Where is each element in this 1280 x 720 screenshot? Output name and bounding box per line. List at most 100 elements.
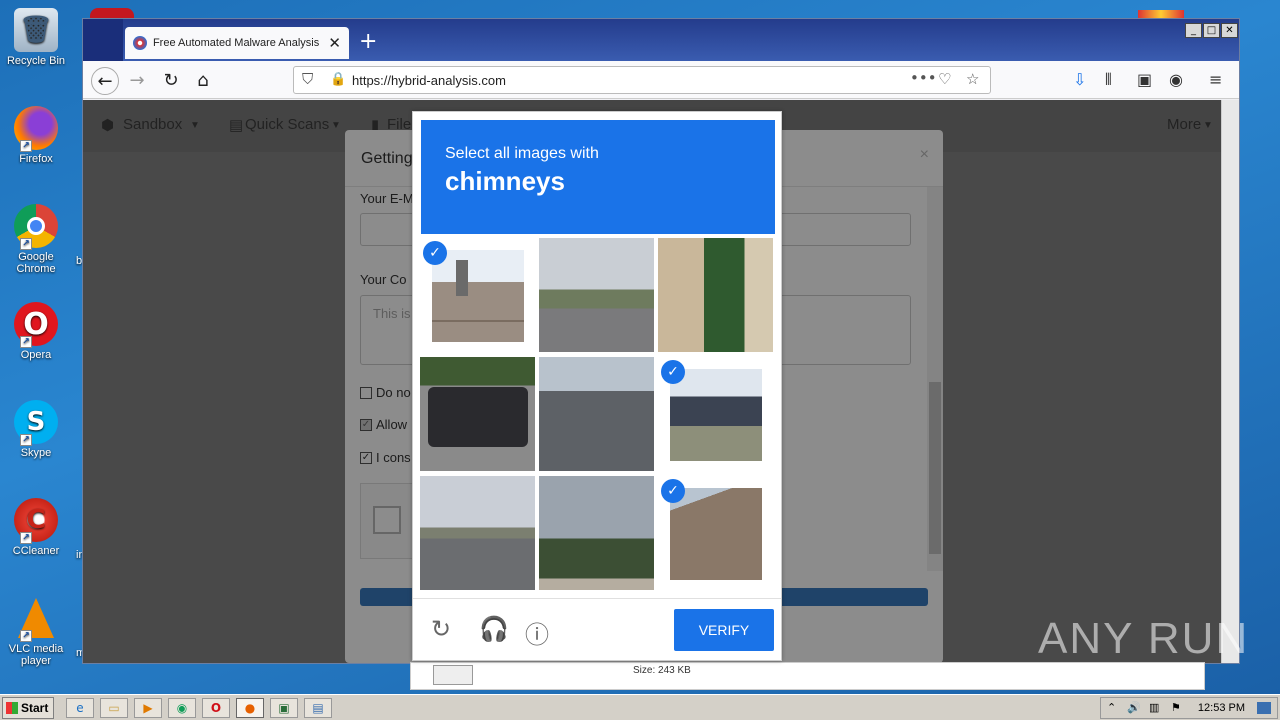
captcha-tile-street[interactable] <box>539 357 654 471</box>
captcha-tile-roof[interactable]: ✓ <box>658 476 773 590</box>
tray-expand-icon[interactable]: ⌃ <box>1107 701 1116 714</box>
captcha-tile-roof-chimney[interactable]: ✓ <box>420 238 535 352</box>
checkmark-icon: ✓ <box>661 479 685 503</box>
desktop-icon-recycle-bin[interactable]: 🗑 Recycle Bin <box>4 8 68 67</box>
audio-challenge-icon[interactable]: 🎧 <box>479 615 509 643</box>
opera-icon: O ↗ <box>14 302 58 348</box>
desktop-icon-label: Google Chrome <box>16 251 56 275</box>
close-window-button[interactable]: ✕ <box>1221 23 1238 38</box>
bookmark-star-icon[interactable]: ☆ <box>966 70 979 88</box>
explorer-taskbar-icon[interactable]: ▭ <box>100 698 128 718</box>
more-actions-icon[interactable]: ••• <box>910 69 937 87</box>
file-size: Size: 243 KB <box>633 665 691 676</box>
ccleaner-icon: C ↗ <box>14 498 58 544</box>
chrome-icon: ↗ <box>14 204 58 250</box>
desktop-icon-chrome[interactable]: ↗ Google Chrome <box>4 204 68 275</box>
recycle-bin-icon: 🗑 <box>14 8 58 52</box>
captcha-tile-trees-sky[interactable] <box>539 476 654 590</box>
tile-image <box>539 476 654 590</box>
library-icon[interactable]: ⫴ <box>1105 70 1112 90</box>
shield-icon[interactable]: ⛉ <box>302 70 313 88</box>
desktop-icon-label: CCleaner <box>12 545 60 557</box>
chrome-taskbar-icon[interactable]: ◉ <box>168 698 196 718</box>
tab-bar-left-area <box>83 19 123 61</box>
vlc-icon: ↗ <box>14 596 58 642</box>
captcha-prompt: Select all images with chimneys <box>421 120 775 234</box>
back-icon[interactable]: ← <box>91 67 119 95</box>
checkmark-icon: ✓ <box>661 360 685 384</box>
sidebar-icon[interactable]: ▣ <box>1137 70 1152 89</box>
nav-toolbar: ← → ↻ ⌂ ⛉ 🔒 https://hybrid-analysis.com … <box>83 61 1239 99</box>
forward-icon[interactable]: → <box>123 67 151 95</box>
reload-icon[interactable]: ↻ <box>157 67 185 95</box>
app-taskbar-icon[interactable]: ▣ <box>270 698 298 718</box>
network-icon[interactable]: ▥ <box>1149 701 1159 714</box>
tile-image <box>670 488 762 580</box>
start-button[interactable]: Start <box>2 697 54 719</box>
file-thumbnail <box>433 665 473 685</box>
checkmark-icon: ✓ <box>423 241 447 265</box>
file-info-strip: Size: 243 KB <box>410 662 1205 690</box>
desktop-icon-label: VLC media player <box>8 643 64 667</box>
show-desktop-icon[interactable] <box>1257 702 1271 714</box>
hcaptcha-challenge: Select all images with chimneys ✓ ✓ ✓ ↻ <box>412 111 782 661</box>
firefox-icon: ↗ <box>14 106 58 152</box>
desktop: { "desktop": { "icons": [ {"label": "Rec… <box>0 0 1280 720</box>
captcha-tile-pickup-truck[interactable] <box>420 357 535 471</box>
close-tab-icon[interactable]: ✕ <box>328 34 341 52</box>
captcha-tile-highway-hills[interactable] <box>539 238 654 352</box>
firefox-taskbar-icon[interactable]: ● <box>236 698 264 718</box>
pocket-icon[interactable]: ♡ <box>938 70 951 88</box>
media-player-taskbar-icon[interactable]: ▶ <box>134 698 162 718</box>
url-text[interactable]: https://hybrid-analysis.com <box>352 73 506 88</box>
skype-icon: S ↗ <box>14 400 58 446</box>
lock-icon[interactable]: 🔒 <box>330 72 346 87</box>
system-tray: ⌃ 🔊 ▥ ⚑ 12:53 PM <box>1100 697 1278 719</box>
desktop-icon-opera[interactable]: O ↗ Opera <box>4 302 68 361</box>
captcha-footer: ↻ 🎧 ⓘ VERIFY <box>413 598 781 662</box>
taskbar: Start e ▭ ▶ ◉ O ● ▣ ▤ ⌃ 🔊 ▥ ⚑ 12:53 PM <box>0 694 1280 720</box>
tile-image <box>420 357 535 471</box>
clock[interactable]: 12:53 PM <box>1198 702 1245 714</box>
captcha-tile-house-chimney[interactable]: ✓ <box>658 357 773 471</box>
page-scrollbar[interactable] <box>1221 100 1239 663</box>
ie-taskbar-icon[interactable]: e <box>66 698 94 718</box>
tab-title: Free Automated Malware Analysis <box>152 37 320 49</box>
tile-image <box>420 476 535 590</box>
window-taskbar-icon[interactable]: ▤ <box>304 698 332 718</box>
volume-icon[interactable]: 🔊 <box>1127 701 1141 714</box>
desktop-icon-label: Skype <box>20 447 52 459</box>
desktop-icon-ccleaner[interactable]: C ↗ CCleaner <box>4 498 68 557</box>
info-icon[interactable]: ⓘ <box>525 615 549 650</box>
desktop-icon-label: Firefox <box>19 153 53 165</box>
tile-image <box>539 357 654 471</box>
flag-icon[interactable]: ⚑ <box>1171 701 1181 714</box>
captcha-tile-road-overpass[interactable] <box>420 476 535 590</box>
browser-tab[interactable]: Free Automated Malware Analysis ✕ <box>125 27 349 59</box>
menu-icon[interactable]: ≡ <box>1209 70 1222 89</box>
tile-image <box>432 250 524 342</box>
anyrun-watermark: ANY RUN <box>1038 614 1250 663</box>
refresh-icon[interactable]: ↻ <box>431 615 451 643</box>
desktop-icon-label: Recycle Bin <box>6 55 66 67</box>
account-icon[interactable]: ◉ <box>1169 70 1183 89</box>
desktop-icon-firefox[interactable]: ↗ Firefox <box>4 106 68 165</box>
captcha-target: chimneys <box>445 166 565 196</box>
captcha-tile-palm-building[interactable] <box>658 238 773 352</box>
download-icon[interactable]: ⇩ <box>1073 70 1086 89</box>
home-icon[interactable]: ⌂ <box>189 67 217 95</box>
opera-taskbar-icon[interactable]: O <box>202 698 230 718</box>
verify-button[interactable]: VERIFY <box>674 609 774 651</box>
minimize-button[interactable]: _ <box>1185 23 1202 38</box>
desktop-icon-vlc[interactable]: ↗ VLC media player <box>4 596 68 667</box>
tile-image <box>658 238 773 352</box>
tile-image <box>670 369 762 461</box>
new-tab-button[interactable]: + <box>359 29 377 54</box>
captcha-instruction: Select all images with <box>445 145 599 162</box>
url-bar[interactable]: ⛉ 🔒 https://hybrid-analysis.com ••• ♡ ☆ <box>293 66 991 94</box>
desktop-icon-skype[interactable]: S ↗ Skype <box>4 400 68 459</box>
tile-image <box>539 238 654 352</box>
tab-bar: Free Automated Malware Analysis ✕ + _ □ … <box>83 19 1239 61</box>
desktop-icon-label: Opera <box>20 349 52 361</box>
maximize-button[interactable]: □ <box>1203 23 1220 38</box>
